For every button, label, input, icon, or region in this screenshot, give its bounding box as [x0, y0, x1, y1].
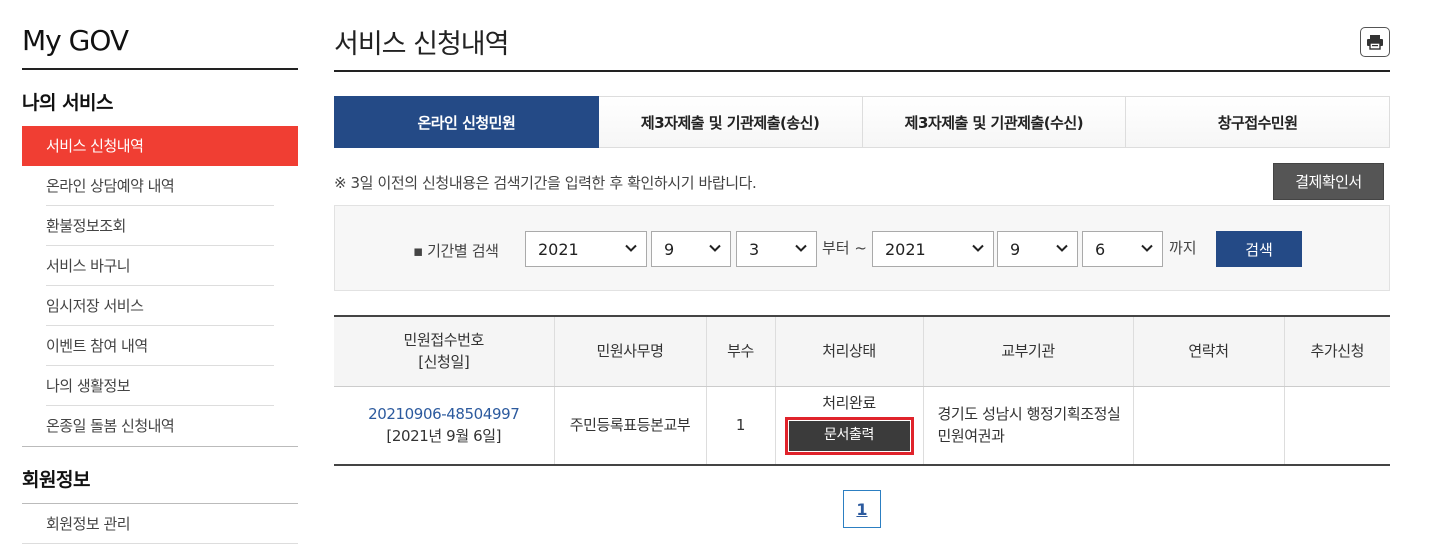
to-month-select[interactable]: 9 [997, 231, 1078, 267]
print-document-button[interactable]: 문서출력 [788, 420, 910, 451]
header-receipt-number-label: 민원접수번호 [403, 330, 485, 349]
chevron-down-icon [972, 244, 984, 252]
cell-service-name: 주민등록표등본교부 [554, 386, 707, 466]
header-contact: 연락처 [1133, 317, 1285, 387]
notice-row: ※ 3일 이전의 신청내용은 검색기간을 입력한 후 확인하시기 바랍니다. 결… [334, 148, 1390, 205]
agency-line-2: 민원여권과 [937, 427, 1005, 446]
header-extra: 추가신청 [1284, 317, 1390, 387]
print-button[interactable] [1360, 27, 1390, 57]
main-content: 서비스 신청내역 온라인 신청민원 제3자제출 및 기관제출(송신) 제3자제출… [334, 0, 1390, 528]
chevron-down-icon [1056, 244, 1068, 252]
print-document-highlight: 문서출력 [784, 416, 914, 455]
notice-text: ※ 3일 이전의 신청내용은 검색기간을 입력한 후 확인하시기 바랍니다. [334, 174, 757, 192]
sidebar-item-online-consult[interactable]: 온라인 상담예약 내역 [22, 166, 298, 206]
results-table: 민원접수번호 [신청일] 민원사무명 부수 처리상태 교부기관 연락처 추가신청… [334, 317, 1390, 466]
search-panel: ▪ 기간별 검색 2021 9 3 부터 ~ 2021 9 6 까지 검색 [334, 205, 1390, 291]
header-receipt-number: 민원접수번호 [신청일] [334, 317, 555, 387]
from-day-select[interactable]: 3 [736, 231, 817, 267]
cell-status: 처리완료 문서출력 [775, 386, 924, 466]
to-suffix-text: 까지 [1169, 239, 1197, 257]
payment-confirmation-button[interactable]: 결제확인서 [1273, 163, 1384, 200]
sidebar-item-childcare[interactable]: 온종일 돌봄 신청내역 [22, 406, 298, 446]
search-period-label: ▪ 기간별 검색 [413, 242, 499, 260]
sidebar-item-member-manage[interactable]: 회원정보 관리 [22, 504, 298, 544]
tab-third-party-sent[interactable]: 제3자제출 및 기관제출(송신) [598, 96, 863, 148]
page-header: 서비스 신청내역 [334, 0, 1390, 72]
tab-counter-application[interactable]: 창구접수민원 [1126, 96, 1390, 148]
sidebar-item-events[interactable]: 이벤트 참여 내역 [22, 326, 298, 366]
to-day-select[interactable]: 6 [1082, 231, 1163, 267]
from-suffix-text: 부터 ~ [822, 239, 867, 257]
sidebar-item-refund-info[interactable]: 환불정보조회 [22, 206, 298, 246]
table-header-row: 민원접수번호 [신청일] 민원사무명 부수 처리상태 교부기관 연락처 추가신청 [334, 317, 1390, 387]
from-day-value: 3 [749, 239, 760, 259]
tab-online-application[interactable]: 온라인 신청민원 [334, 96, 599, 148]
table-row: 20210906-48504997 [2021년 9월 6일] 주민등록표등본교… [334, 386, 1390, 466]
cell-contact [1133, 386, 1285, 466]
header-receipt-date-label: [신청일] [418, 353, 470, 372]
sidebar-item-life-info[interactable]: 나의 생활정보 [22, 366, 298, 406]
brand-title[interactable]: My GOV [22, 0, 298, 70]
services-menu: 서비스 신청내역 온라인 상담예약 내역 환불정보조회 서비스 바구니 임시저장… [22, 126, 298, 447]
cell-agency: 경기도 성남시 행정기획조정실 민원여권과 [923, 386, 1134, 466]
to-day-value: 6 [1095, 239, 1106, 259]
header-copies: 부수 [706, 317, 776, 387]
member-menu: 회원정보 관리 [22, 503, 298, 544]
header-service-name: 민원사무명 [554, 317, 707, 387]
from-month-value: 9 [664, 239, 675, 259]
chevron-down-icon [625, 244, 637, 252]
from-year-value: 2021 [538, 239, 579, 259]
chevron-down-icon [709, 244, 721, 252]
to-year-select[interactable]: 2021 [872, 231, 994, 267]
header-agency: 교부기관 [923, 317, 1134, 387]
sidebar-item-service-history[interactable]: 서비스 신청내역 [22, 126, 298, 166]
to-year-value: 2021 [885, 239, 926, 259]
cell-copies: 1 [706, 386, 776, 466]
header-status: 처리상태 [775, 317, 924, 387]
from-year-select[interactable]: 2021 [525, 231, 647, 267]
member-section-title: 회원정보 [22, 469, 90, 491]
status-text: 처리완료 [822, 394, 876, 412]
sidebar-item-service-basket[interactable]: 서비스 바구니 [22, 246, 298, 286]
receipt-number-link[interactable]: 20210906-48504997 [334, 403, 554, 426]
search-button[interactable]: 검색 [1216, 231, 1302, 267]
chevron-down-icon [1141, 244, 1153, 252]
cell-receipt: 20210906-48504997 [2021년 9월 6일] [334, 386, 555, 466]
agency-line-1: 경기도 성남시 행정기획조정실 [937, 404, 1121, 423]
sidebar-item-temp-saved[interactable]: 임시저장 서비스 [22, 286, 298, 326]
page-title: 서비스 신청내역 [334, 29, 509, 60]
page-number-current[interactable]: 1 [843, 490, 881, 528]
tab-third-party-received[interactable]: 제3자제출 및 기관제출(수신) [862, 96, 1127, 148]
from-month-select[interactable]: 9 [651, 231, 731, 267]
services-section-title: 나의 서비스 [22, 92, 114, 114]
tab-bar: 온라인 신청민원 제3자제출 및 기관제출(송신) 제3자제출 및 기관제출(수… [334, 96, 1390, 148]
cell-extra [1284, 386, 1390, 466]
to-month-value: 9 [1010, 239, 1021, 259]
pagination: 1 [334, 490, 1390, 528]
sidebar: My GOV 나의 서비스 서비스 신청내역 온라인 상담예약 내역 환불정보조… [22, 0, 298, 544]
results-table-wrapper: 민원접수번호 [신청일] 민원사무명 부수 처리상태 교부기관 연락처 추가신청… [334, 315, 1390, 466]
receipt-date: [2021년 9월 6일] [386, 427, 502, 446]
chevron-down-icon [795, 244, 807, 252]
printer-icon [1367, 35, 1383, 50]
